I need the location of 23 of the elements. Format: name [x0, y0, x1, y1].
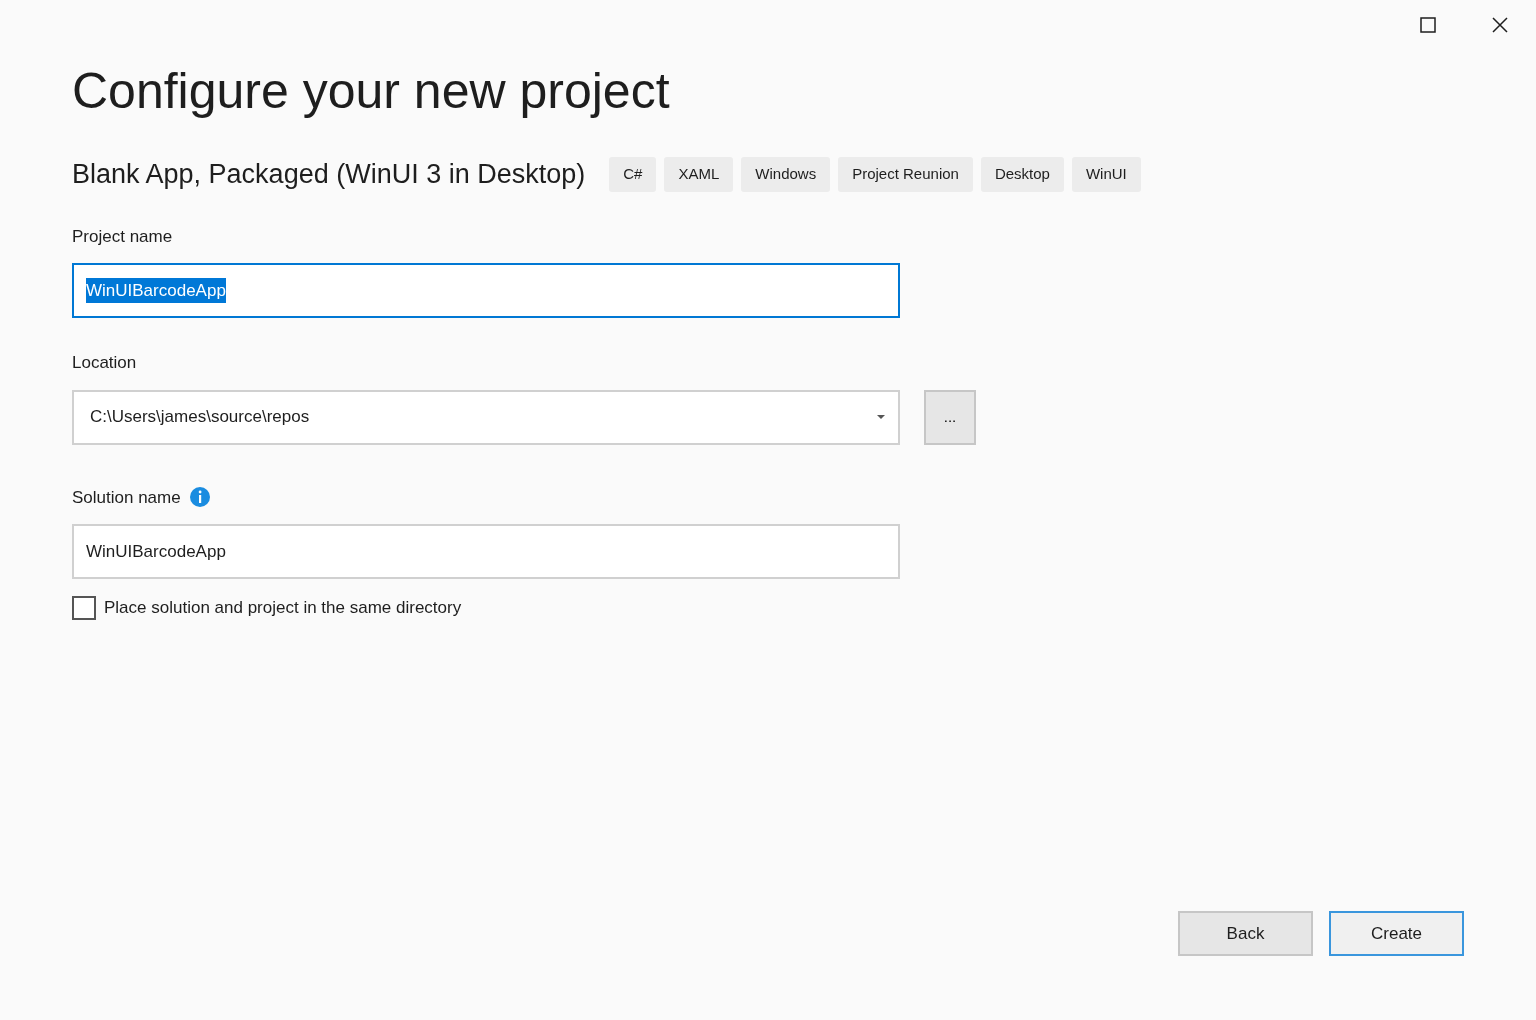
field-label: Project name — [72, 225, 174, 248]
solution-name-field[interactable]: WinUIBarcodeApp — [72, 524, 900, 579]
tag: Desktop — [980, 157, 1064, 192]
page-title: Configure your new project — [72, 64, 671, 119]
maximize-icon — [1420, 17, 1436, 33]
template-name: Blank App, Packaged (WinUI 3 in Desktop) — [72, 158, 586, 191]
info-icon — [188, 486, 211, 509]
location-dropdown[interactable]: C:\Users\james\source\repos — [72, 389, 900, 445]
tag: Project Reunion — [838, 157, 973, 192]
field-label: Location — [72, 352, 138, 374]
dropdown-arrow-icon — [876, 414, 886, 420]
project-name-field[interactable]: WinUIBarcodeApp — [72, 263, 900, 318]
tag: Windows — [741, 157, 831, 192]
field-label: Solution name — [72, 486, 181, 509]
browse-button[interactable]: ... — [924, 389, 976, 445]
tag: WinUI — [1071, 157, 1141, 192]
checkbox[interactable] — [72, 595, 96, 620]
tag: XAML — [664, 157, 734, 192]
checkbox-label: Place solution and project in the same directory — [104, 597, 462, 619]
back-button[interactable]: Back — [1178, 911, 1313, 956]
create-button[interactable]: Create — [1329, 911, 1464, 956]
close-icon — [1492, 17, 1508, 33]
tag: C# — [609, 157, 657, 192]
